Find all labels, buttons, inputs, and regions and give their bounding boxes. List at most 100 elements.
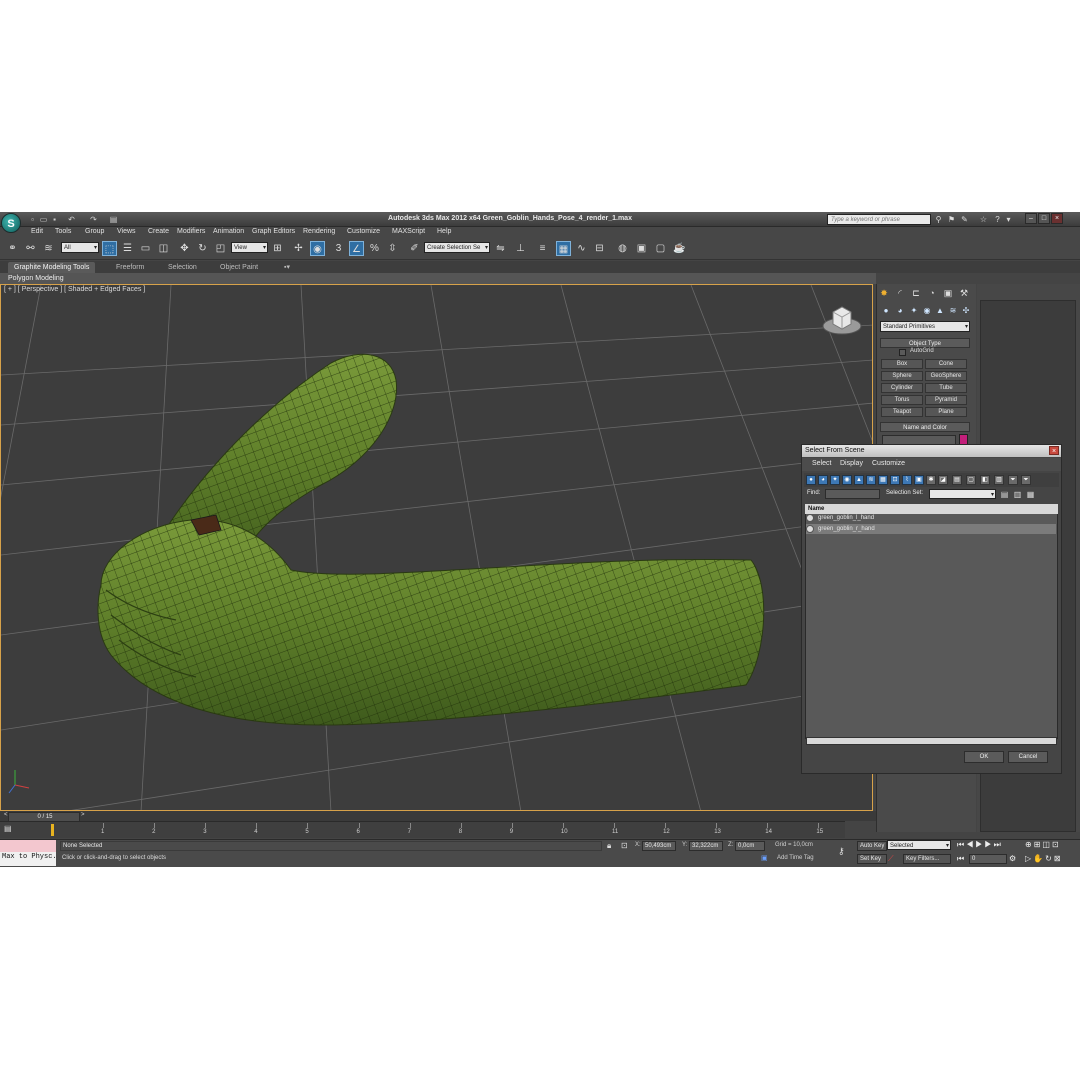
cancel-button[interactable]: Cancel — [1008, 751, 1048, 763]
time-prev-arrow-icon[interactable]: < — [4, 812, 8, 818]
time-config-icon[interactable]: ⚙ — [1009, 854, 1016, 863]
menu-group[interactable]: Group — [85, 228, 104, 235]
align-icon[interactable]: ⊥ — [513, 241, 528, 256]
rotate-icon[interactable]: ↻ — [195, 241, 210, 256]
edit-named-selection-icon[interactable]: ✐ — [407, 241, 422, 256]
ribbon-panel-polygon-modeling[interactable]: Polygon Modeling — [0, 273, 876, 284]
utilities-tab-icon[interactable]: ⚒ — [958, 287, 970, 299]
unlink-icon[interactable]: ⚯ — [23, 241, 38, 256]
hierarchy-tab-icon[interactable]: ⊏ — [910, 287, 922, 299]
key-filters-button[interactable]: Key Filters... — [903, 854, 951, 864]
material-editor-icon[interactable]: ◍ — [615, 241, 630, 256]
selection-filter-dropdown[interactable]: All — [61, 242, 99, 254]
link-icon[interactable]: ⚭ — [5, 241, 20, 256]
layer-manager-icon[interactable]: ≡ — [535, 241, 550, 256]
curve-editor-icon[interactable]: ∿ — [574, 241, 589, 256]
teapot-button[interactable]: Teapot — [881, 407, 923, 417]
dialog-close-button[interactable]: × — [1049, 446, 1059, 455]
filter-shapes-icon[interactable]: ◕ — [818, 475, 828, 485]
tab-selection[interactable]: Selection — [162, 262, 203, 273]
viewcube-icon[interactable] — [822, 300, 862, 336]
shapes-icon[interactable]: ◕ — [894, 305, 906, 316]
tab-object-paint[interactable]: Object Paint — [214, 262, 264, 273]
maxscript-output-line[interactable] — [0, 840, 56, 852]
menu-help[interactable]: Help — [437, 228, 451, 235]
filter-containers-icon[interactable]: ▣ — [914, 475, 924, 485]
current-frame-field[interactable]: 0 — [969, 854, 1007, 864]
geosphere-button[interactable]: GeoSphere — [925, 371, 967, 381]
minimize-button[interactable]: – — [1025, 213, 1037, 224]
dialog-menu-display[interactable]: Display — [840, 460, 863, 467]
sphere-button[interactable]: Sphere — [881, 371, 923, 381]
window-crossing-icon[interactable]: ◫ — [156, 241, 171, 256]
help-icon[interactable]: ? — [992, 214, 1003, 225]
tab-graphite-modeling-tools[interactable]: Graphite Modeling Tools — [8, 262, 96, 273]
menu-graph-editors[interactable]: Graph Editors — [252, 228, 295, 235]
bind-spacewarp-icon[interactable]: ≋ — [41, 241, 56, 256]
cameras-icon[interactable]: ◉ — [921, 305, 933, 316]
select-all-icon[interactable]: ▥ — [994, 475, 1004, 485]
keyboard-shortcut-toggle-icon[interactable]: ◉ — [310, 241, 325, 256]
primitive-category-dropdown[interactable]: Standard Primitives — [880, 321, 970, 333]
select-by-name-icon[interactable]: ☰ — [120, 241, 135, 256]
motion-tab-icon[interactable]: ◔ — [926, 287, 938, 299]
menu-maxscript[interactable]: MAXScript — [392, 228, 425, 235]
display-all-icon[interactable]: ▤ — [952, 475, 962, 485]
select-children-icon[interactable]: ▥ — [1012, 489, 1023, 500]
scene-object-list[interactable] — [805, 505, 1058, 739]
menu-modifiers[interactable]: Modifiers — [177, 228, 205, 235]
y-coordinate-field[interactable]: 32,322cm — [689, 841, 723, 851]
save-file-icon[interactable]: ▪ — [49, 214, 60, 225]
menu-rendering[interactable]: Rendering — [303, 228, 335, 235]
tab-freeform[interactable]: Freeform — [110, 262, 150, 273]
lights-icon[interactable]: ✦ — [908, 305, 920, 316]
helpers-icon[interactable]: ▲ — [934, 305, 946, 316]
close-button[interactable]: × — [1051, 213, 1063, 224]
key-icon[interactable]: ⚷ — [838, 846, 845, 857]
rectangular-selection-icon[interactable]: ▭ — [138, 241, 153, 256]
menu-create[interactable]: Create — [148, 228, 169, 235]
tools-icon[interactable]: ✎ — [959, 214, 970, 225]
filter-hidden-icon[interactable]: ◪ — [938, 475, 948, 485]
named-selection-dropdown[interactable]: Create Selection Se — [424, 242, 490, 254]
absolute-mode-icon[interactable]: ⊡ — [621, 841, 628, 850]
menu-edit[interactable]: Edit — [31, 228, 43, 235]
auto-key-button[interactable]: Auto Key — [857, 841, 887, 851]
app-logo-icon[interactable]: S — [1, 213, 21, 233]
x-coordinate-field[interactable]: 50,493cm — [642, 841, 676, 851]
plane-button[interactable]: Plane — [925, 407, 967, 417]
systems-icon[interactable]: ✣ — [960, 305, 972, 316]
undo-icon[interactable]: ↶ — [66, 214, 77, 225]
filter-options-icon[interactable]: ⏷ — [1021, 475, 1031, 485]
ok-button[interactable]: OK — [964, 751, 1004, 763]
tube-button[interactable]: Tube — [925, 383, 967, 393]
new-file-icon[interactable]: ▫ — [27, 214, 38, 225]
menu-tools[interactable]: Tools — [55, 228, 71, 235]
pyramid-button[interactable]: Pyramid — [925, 395, 967, 405]
mirror-icon[interactable]: ⇋ — [493, 241, 508, 256]
torus-button[interactable]: Torus — [881, 395, 923, 405]
geometry-icon[interactable]: ● — [880, 305, 892, 316]
viewport-nav-zoom-icons[interactable]: ⊕⊞◫⊡ — [1025, 840, 1061, 849]
key-mode-dropdown[interactable]: Selected — [887, 840, 951, 852]
time-next-arrow-icon[interactable]: > — [81, 812, 85, 818]
modify-tab-icon[interactable]: ◜ — [894, 287, 906, 299]
filter-bones-icon[interactable]: ⌇ — [902, 475, 912, 485]
select-influences-icon[interactable]: ▦ — [1025, 489, 1036, 500]
percent-snap-icon[interactable]: % — [367, 241, 382, 256]
perspective-viewport[interactable] — [0, 284, 873, 811]
playback-controls-icon[interactable]: ⏮◀▶▶⏭ — [957, 840, 1003, 850]
name-and-color-rollout[interactable]: Name and Color — [880, 422, 970, 432]
schematic-view-icon[interactable]: ⊟ — [592, 241, 607, 256]
project-folder-icon[interactable]: ▤ — [108, 214, 119, 225]
menu-animation[interactable]: Animation — [213, 228, 244, 235]
filter-funnel-icon[interactable]: ⏷ — [1008, 475, 1018, 485]
create-tab-icon[interactable]: ✸ — [878, 287, 890, 299]
selection-set-dropdown[interactable] — [929, 489, 996, 501]
communication-center-icon[interactable]: ⚑ — [946, 214, 957, 225]
reference-coordinate-dropdown[interactable]: View — [231, 242, 268, 254]
redo-icon[interactable]: ↷ — [88, 214, 99, 225]
dialog-menu-select[interactable]: Select — [812, 460, 831, 467]
help-dropdown-icon[interactable]: ▾ — [1003, 214, 1014, 225]
add-time-tag-button[interactable]: Add Time Tag — [777, 855, 814, 861]
